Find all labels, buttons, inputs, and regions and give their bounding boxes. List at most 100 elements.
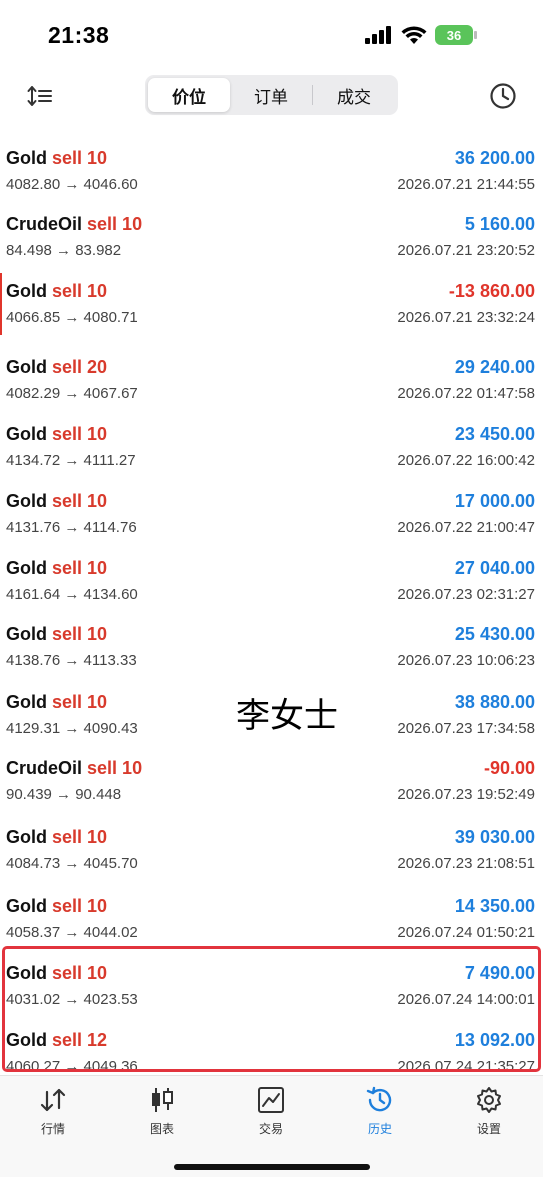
deal-symbol: Gold [6,896,47,916]
wifi-icon [401,25,427,44]
deal-symbol: Gold [6,424,47,444]
deal-title: CrudeOil sell 10 [6,214,142,235]
tab-position[interactable]: 价位 [148,78,230,112]
deal-prices: 4084.73 → 4045.70 [6,855,138,872]
deal-profit: 27 040.00 [454,558,535,578]
deal-row[interactable]: Gold sell 10 4066.85 → 4080.71 -13 860.0… [0,271,543,335]
deal-prices: 4161.64 → 4134.60 [6,586,138,603]
deal-row[interactable]: Gold sell 10 4161.64 → 4134.60 27 040.00… [0,548,543,610]
deal-row[interactable]: CrudeOil sell 10 84.498 → 83.982 5 160.0… [0,204,543,266]
battery-icon: 36 [435,25,477,45]
deal-row[interactable]: Gold sell 10 4134.72 → 4111.27 23 450.00… [0,414,543,476]
deal-time: 2026.07.23 10:06:23 [397,652,535,669]
tab-settings[interactable]: 设置 [444,1086,534,1142]
tab-label: 交易 [258,1122,283,1136]
period-button[interactable] [487,80,519,112]
deal-row[interactable]: Gold sell 10 4082.80 → 4046.60 36 200.00… [0,138,543,200]
home-indicator[interactable] [174,1164,370,1170]
deal-row[interactable]: Gold sell 10 4058.37 → 4044.02 14 350.00… [0,886,543,948]
deal-side: sell 10 [52,624,108,644]
deal-symbol: Gold [6,624,47,644]
deal-time: 2026.07.22 16:00:42 [397,452,535,469]
deal-prices: 4131.76 → 4114.76 [6,519,137,536]
deal-profit: -90.00 [483,758,535,778]
segment-control: 价位 订单 成交 [145,75,398,115]
deal-side: sell 10 [52,827,108,847]
tab-history[interactable]: 历史 [335,1086,425,1142]
tab-label: 设置 [476,1122,501,1136]
deal-profit: 29 240.00 [454,357,535,377]
deal-side: sell 10 [87,214,143,234]
deal-symbol: CrudeOil [6,214,83,234]
tab-trade[interactable]: 交易 [226,1086,316,1142]
status-time: 21:38 [48,22,110,48]
deal-symbol: Gold [6,491,47,511]
deal-title: Gold sell 10 [6,896,107,917]
deal-row[interactable]: CrudeOil sell 10 90.439 → 90.448 -90.00 … [0,748,543,810]
sort-icon [27,86,52,106]
deal-title: Gold sell 10 [6,558,107,579]
deal-prices: 84.498 → 83.982 [6,242,122,259]
deal-side: sell 10 [52,896,108,916]
deal-side: sell 10 [52,281,108,301]
candlestick-icon [152,1088,173,1112]
deal-profit: 17 000.00 [454,491,535,511]
deal-time: 2026.07.23 19:52:49 [397,786,535,803]
trade-chart-icon [258,1087,284,1113]
tab-charts[interactable]: 图表 [117,1086,207,1142]
deal-prices: 4129.31 → 4090.43 [6,720,138,737]
deal-time: 2026.07.22 01:47:58 [397,385,535,402]
deal-prices: 90.439 → 90.448 [6,786,122,803]
deal-time: 2026.07.21 23:20:52 [397,242,535,259]
deal-prices: 4134.72 → 4111.27 [6,452,136,469]
highlight-box [2,946,541,1072]
tab-deals[interactable]: 成交 [313,78,395,112]
deal-title: CrudeOil sell 10 [6,758,142,779]
row-marker [0,273,2,335]
deal-time: 2026.07.21 23:32:24 [397,309,535,326]
deal-profit: 39 030.00 [454,827,535,847]
deal-symbol: Gold [6,357,47,377]
deal-symbol: Gold [6,148,47,168]
deal-prices: 4058.37 → 4044.02 [6,924,138,941]
deal-time: 2026.07.24 01:50:21 [397,924,535,941]
deal-time: 2026.07.23 02:31:27 [397,586,535,603]
deal-title: Gold sell 10 [6,281,107,302]
tab-orders[interactable]: 订单 [230,78,312,112]
bottom-tab-bar: 行情 图表 交易 历史 设置 [0,1075,543,1177]
history-icon [366,1086,392,1112]
tab-label: 图表 [149,1122,174,1136]
deal-symbol: Gold [6,558,47,578]
deal-row[interactable]: Gold sell 10 4084.73 → 4045.70 39 030.00… [0,817,543,879]
deal-row[interactable]: Gold sell 10 4131.76 → 4114.76 17 000.00… [0,481,543,543]
deal-title: Gold sell 10 [6,624,107,645]
tab-label: 行情 [40,1122,65,1136]
deal-side: sell 10 [87,758,143,778]
deal-side: sell 10 [52,148,108,168]
deal-time: 2026.07.22 21:00:47 [397,519,535,536]
deal-time: 2026.07.23 17:34:58 [397,720,535,737]
deal-row[interactable]: Gold sell 20 4082.29 → 4067.67 29 240.00… [0,347,543,409]
deal-side: sell 20 [52,357,108,377]
deal-prices: 4138.76 → 4113.33 [6,652,137,669]
deal-title: Gold sell 10 [6,827,107,848]
deal-title: Gold sell 10 [6,491,107,512]
tab-quotes[interactable]: 行情 [8,1086,98,1142]
name-annotation: 李女士 [236,696,338,736]
status-bar: 21:38 36 [0,0,543,70]
deal-row[interactable]: Gold sell 10 4138.76 → 4113.33 25 430.00… [0,614,543,676]
deal-symbol: Gold [6,692,47,712]
deal-prices: 4066.85 → 4080.71 [6,309,138,326]
deal-profit: 36 200.00 [454,148,535,168]
tab-label: 历史 [367,1122,392,1136]
deal-profit: 38 880.00 [454,692,535,712]
deal-side: sell 10 [52,558,108,578]
deal-profit: 25 430.00 [454,624,535,644]
deal-title: Gold sell 10 [6,692,107,713]
deal-symbol: Gold [6,281,47,301]
status-icons: 36 [365,25,477,45]
header: 价位 订单 成交 [0,70,543,126]
sort-button[interactable] [24,80,56,112]
deal-time: 2026.07.21 21:44:55 [397,176,535,193]
deal-title: Gold sell 20 [6,357,107,378]
